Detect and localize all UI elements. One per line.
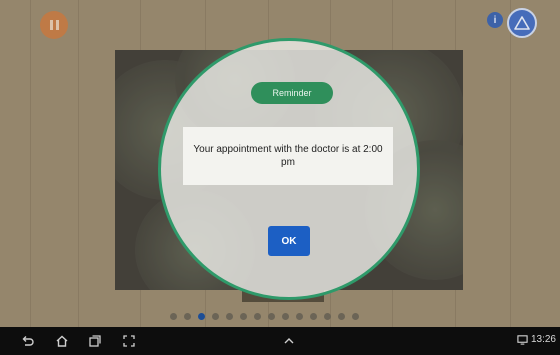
page-dot[interactable] [184, 313, 191, 320]
page-dot[interactable] [170, 313, 177, 320]
screenshot-icon [123, 335, 135, 347]
page-dot[interactable] [352, 313, 359, 320]
reminder-dialog: Reminder Your appointment with the docto… [158, 38, 420, 300]
home-icon [56, 335, 68, 347]
dialog-title: Reminder [251, 82, 333, 104]
screen-icon [517, 335, 528, 345]
page-dot[interactable] [310, 313, 317, 320]
app-drawer-button[interactable] [282, 334, 296, 348]
home-button[interactable] [55, 334, 69, 348]
page-dot[interactable] [212, 313, 219, 320]
page-dot[interactable] [240, 313, 247, 320]
dialog-message: Your appointment with the doctor is at 2… [193, 144, 383, 168]
page-dot[interactable] [282, 313, 289, 320]
back-icon [22, 336, 34, 346]
chevron-up-icon [284, 338, 294, 344]
recent-apps-button[interactable] [88, 334, 102, 348]
recent-apps-icon [89, 335, 101, 347]
status-area[interactable]: 13:26 [517, 334, 556, 345]
page-dot[interactable] [254, 313, 261, 320]
system-navigation-bar: 13:26 [0, 327, 560, 355]
page-dot[interactable] [268, 313, 275, 320]
dialog-message-box: Your appointment with the doctor is at 2… [183, 127, 393, 185]
back-button[interactable] [20, 334, 34, 348]
page-indicator [170, 313, 359, 321]
clock: 13:26 [530, 334, 556, 345]
screenshot-button[interactable] [122, 334, 136, 348]
page-dot[interactable] [198, 313, 205, 320]
page-dot[interactable] [338, 313, 345, 320]
page-dot[interactable] [324, 313, 331, 320]
ok-button[interactable]: OK [268, 226, 310, 256]
page-dot[interactable] [296, 313, 303, 320]
app-screen: i Reminder Your appointment with the doc… [0, 0, 560, 327]
page-dot[interactable] [226, 313, 233, 320]
